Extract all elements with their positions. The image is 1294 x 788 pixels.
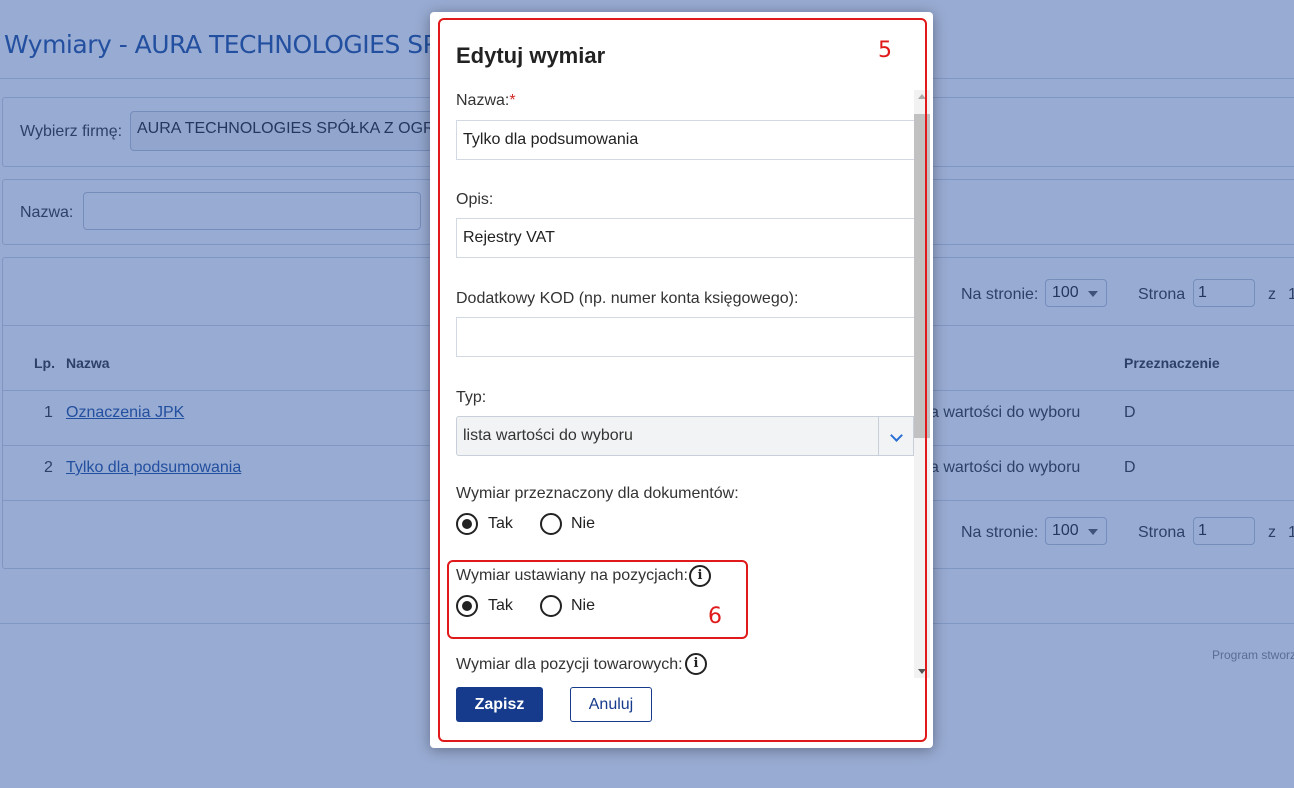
annotation-box-6	[447, 560, 748, 639]
annotation-number-5: 5	[878, 38, 892, 63]
annotation-number-6: 6	[708, 604, 722, 629]
